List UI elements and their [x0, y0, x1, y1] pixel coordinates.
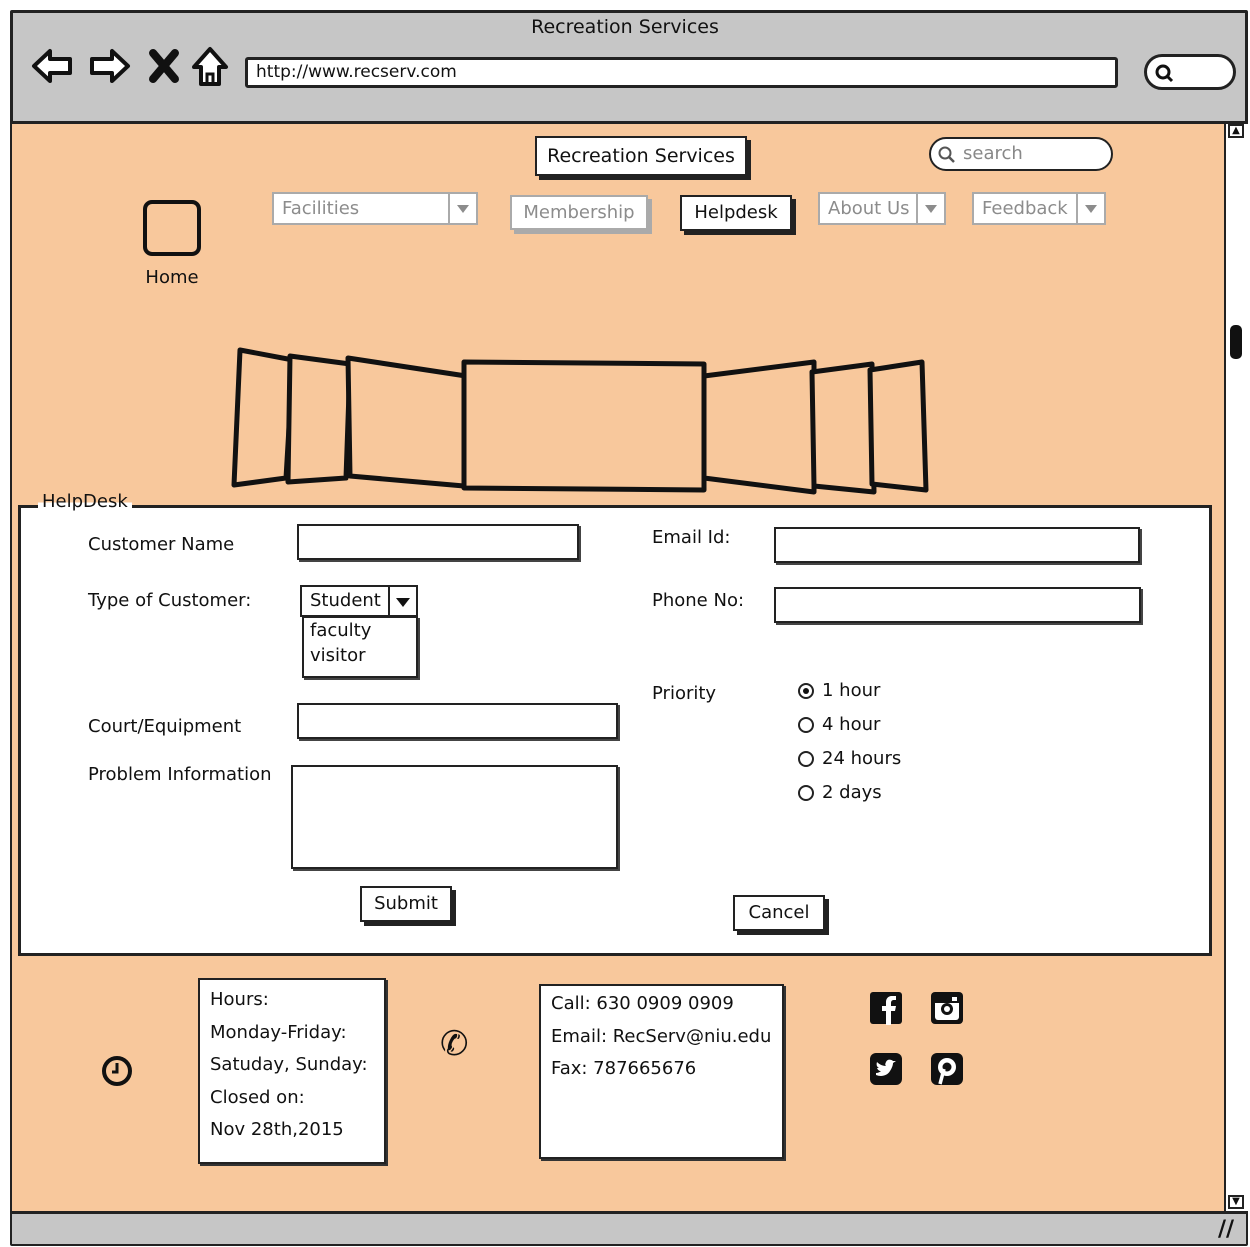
contact-box: Call: 630 0909 0909 Email: RecServ@niu.e… [539, 984, 784, 1159]
chevron-down-icon[interactable] [916, 194, 944, 223]
hours-line: Closed on: [210, 1086, 305, 1108]
email-id-input[interactable] [774, 527, 1140, 563]
nav-facilities[interactable]: Facilities [272, 192, 478, 225]
search-icon [938, 146, 955, 163]
home-nav-icon[interactable] [188, 44, 232, 88]
url-bar[interactable]: http://www.recserv.com [245, 57, 1118, 88]
carousel-image [867, 359, 929, 493]
priority-label: Priority [652, 683, 717, 704]
search-placeholder: search [963, 143, 1023, 164]
cancel-button[interactable]: Cancel [733, 895, 825, 931]
stop-icon[interactable] [142, 44, 186, 88]
status-bar [12, 1211, 1246, 1244]
instagram-icon[interactable] [930, 991, 964, 1025]
nav-facilities-label: Facilities [282, 198, 360, 219]
facebook-icon[interactable] [869, 991, 903, 1025]
hours-box: Hours: Monday-Friday: Satuday, Sunday: C… [198, 978, 386, 1164]
priority-option-24-hours[interactable]: 24 hours [798, 746, 998, 772]
chevron-down-icon[interactable] [388, 587, 416, 615]
clock-icon [100, 1054, 134, 1092]
phone-icon: ✆ [440, 1024, 469, 1064]
priority-option-4-hour[interactable]: 4 hour [798, 712, 998, 738]
hours-line: Monday-Friday: [210, 1021, 347, 1043]
nav-about-us-label: About Us [828, 198, 910, 219]
nav-about-us[interactable]: About Us [818, 192, 946, 225]
priority-option-2-days[interactable]: 2 days [798, 780, 998, 806]
search-icon [1155, 64, 1174, 83]
type-of-customer-options: faculty visitor [302, 616, 418, 678]
carousel-image [701, 359, 817, 495]
carousel-image [809, 361, 877, 495]
court-equipment-label: Court/Equipment [88, 716, 242, 737]
priority-option-1-hour[interactable]: 1 hour [798, 678, 998, 704]
twitter-icon[interactable] [869, 1052, 903, 1086]
home-icon[interactable] [143, 200, 201, 256]
nav-feedback-label: Feedback [982, 198, 1068, 219]
priority-option-label: 4 hour [822, 714, 881, 735]
scroll-down-icon[interactable]: ▼ [1228, 1195, 1244, 1209]
type-selected-value: Student [310, 590, 381, 611]
submit-button[interactable]: Submit [360, 886, 452, 922]
home-label[interactable]: Home [120, 267, 224, 288]
window-title: Recreation Services [531, 16, 719, 38]
radio-selected[interactable] [798, 683, 814, 699]
priority-option-label: 24 hours [822, 748, 902, 769]
form-legend: HelpDesk [38, 491, 132, 512]
hours-line: Hours: [210, 989, 269, 1010]
carousel-image [231, 347, 296, 488]
nav-membership[interactable]: Membership [510, 195, 648, 230]
scroll-up-icon[interactable]: ▲ [1228, 124, 1244, 138]
radio-unselected[interactable] [798, 751, 814, 767]
contact-line[interactable]: Email: RecServ@niu.edu [551, 1021, 782, 1054]
chevron-down-icon[interactable] [448, 194, 476, 223]
customer-name-label: Customer Name [88, 534, 235, 555]
option-visitor[interactable]: visitor [304, 643, 416, 668]
site-title: Recreation Services [535, 136, 747, 176]
resize-grip-icon[interactable]: // [1218, 1218, 1242, 1242]
hours-line: Satuday, Sunday: [210, 1054, 368, 1075]
carousel-image [285, 353, 353, 485]
type-of-customer-select[interactable]: Student [300, 585, 418, 617]
image-carousel[interactable] [228, 340, 938, 500]
type-of-customer-label: Type of Customer: [88, 590, 252, 611]
court-equipment-input[interactable] [297, 703, 618, 739]
phone-no-label: Phone No: [652, 590, 745, 611]
nav-helpdesk[interactable]: Helpdesk [680, 195, 792, 231]
problem-information-textarea[interactable] [291, 765, 618, 869]
site-search-input[interactable]: search [929, 137, 1113, 171]
radio-unselected[interactable] [798, 717, 814, 733]
browser-search-box[interactable] [1144, 54, 1236, 90]
forward-arrow-icon[interactable] [88, 44, 132, 88]
priority-option-label: 1 hour [822, 680, 881, 701]
radio-unselected[interactable] [798, 785, 814, 801]
priority-radio-group: 1 hour 4 hour 24 hours 2 days [798, 678, 998, 806]
phone-no-input[interactable] [774, 587, 1141, 623]
option-faculty[interactable]: faculty [304, 618, 416, 643]
carousel-image [345, 355, 469, 489]
hours-line: Nov 28th,2015 [210, 1119, 344, 1140]
scrollbar-thumb[interactable] [1230, 325, 1242, 359]
vertical-scrollbar[interactable] [1224, 121, 1248, 1211]
pinterest-icon[interactable] [930, 1052, 964, 1086]
contact-line: Call: 630 0909 0909 [551, 993, 734, 1014]
back-arrow-icon[interactable] [30, 44, 74, 88]
url-text: http://www.recserv.com [256, 62, 457, 82]
chevron-down-icon[interactable] [1076, 194, 1104, 223]
priority-option-label: 2 days [822, 782, 882, 803]
customer-name-input[interactable] [297, 524, 579, 560]
nav-feedback[interactable]: Feedback [972, 192, 1106, 225]
carousel-image [461, 359, 707, 493]
problem-information-label: Problem Information [88, 764, 272, 785]
contact-line: Fax: 787665676 [551, 1058, 697, 1079]
email-id-label: Email Id: [652, 527, 731, 548]
